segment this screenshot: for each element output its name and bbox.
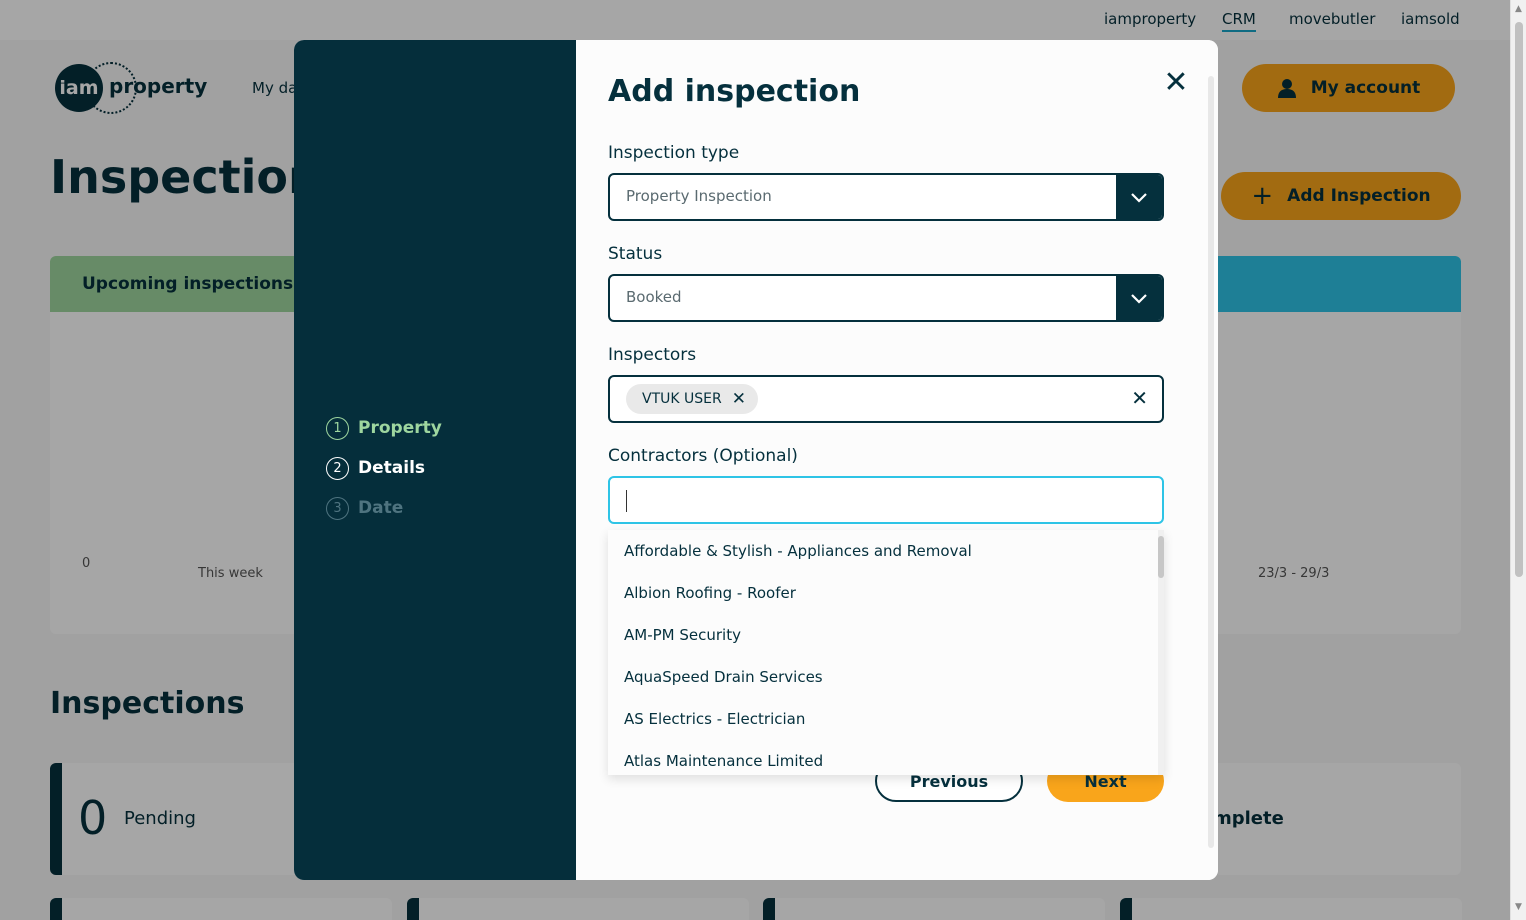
inspector-chip-label: VTUK USER: [642, 391, 722, 407]
step-details[interactable]: 2 Details: [326, 448, 442, 488]
inspectors-label: Inspectors: [608, 345, 697, 365]
inspectors-multiselect[interactable]: VTUK USER ✕ ✕: [608, 375, 1164, 423]
step-1-number: 1: [326, 416, 349, 440]
contractors-search-input[interactable]: [608, 476, 1164, 524]
inspection-type-value: Property Inspection: [626, 187, 772, 205]
step-date: 3 Date: [326, 488, 442, 528]
contractor-option[interactable]: Affordable & Stylish - Appliances and Re…: [608, 530, 1164, 572]
step-property[interactable]: 1 Property: [326, 408, 442, 448]
window-scroll-thumb[interactable]: [1515, 22, 1523, 577]
step-1-label: Property: [358, 418, 442, 438]
stepper: 1 Property 2 Details 3 Date: [326, 408, 442, 528]
scroll-down-arrow-icon[interactable]: ▼: [1515, 902, 1522, 912]
inspector-chip: VTUK USER ✕: [626, 384, 758, 414]
step-3-label: Date: [358, 498, 404, 518]
modal-form-panel: Add inspection ✕ Inspection type Propert…: [576, 40, 1218, 880]
chevron-down-icon[interactable]: [1116, 276, 1162, 320]
dropdown-scroll-thumb[interactable]: [1158, 536, 1164, 578]
text-caret: [626, 490, 627, 512]
status-select[interactable]: Booked: [608, 274, 1164, 322]
close-icon[interactable]: ✕: [1160, 68, 1192, 100]
inspection-type-select[interactable]: Property Inspection: [608, 173, 1164, 221]
contractor-option[interactable]: AquaSpeed Drain Services: [608, 656, 1164, 698]
step-3-number: 3: [326, 496, 349, 520]
modal-title: Add inspection: [608, 74, 861, 109]
contractors-dropdown: Affordable & Stylish - Appliances and Re…: [608, 530, 1164, 775]
status-value: Booked: [626, 288, 682, 306]
remove-chip-icon[interactable]: ✕: [732, 389, 746, 409]
modal-scrollbar[interactable]: [1208, 76, 1214, 848]
step-2-label: Details: [358, 458, 426, 478]
add-inspection-modal: 1 Property 2 Details 3 Date Add inspecti…: [294, 40, 1218, 880]
contractor-option[interactable]: AM-PM Security: [608, 614, 1164, 656]
scroll-up-arrow-icon[interactable]: ▲: [1515, 4, 1522, 14]
step-2-number: 2: [326, 456, 349, 480]
chevron-down-icon[interactable]: [1116, 175, 1162, 219]
inspection-type-label: Inspection type: [608, 143, 740, 163]
contractor-option[interactable]: AS Electrics - Electrician: [608, 698, 1164, 740]
contractor-option[interactable]: Atlas Maintenance Limited: [608, 740, 1164, 775]
modal-stepper-panel: 1 Property 2 Details 3 Date: [294, 40, 576, 880]
contractors-label: Contractors (Optional): [608, 446, 798, 466]
status-label: Status: [608, 244, 663, 264]
window-scrollbar[interactable]: ▲ ▼: [1510, 0, 1526, 920]
clear-all-icon[interactable]: ✕: [1131, 386, 1148, 410]
dropdown-scrollbar[interactable]: [1158, 530, 1164, 775]
contractor-option[interactable]: Albion Roofing - Roofer: [608, 572, 1164, 614]
